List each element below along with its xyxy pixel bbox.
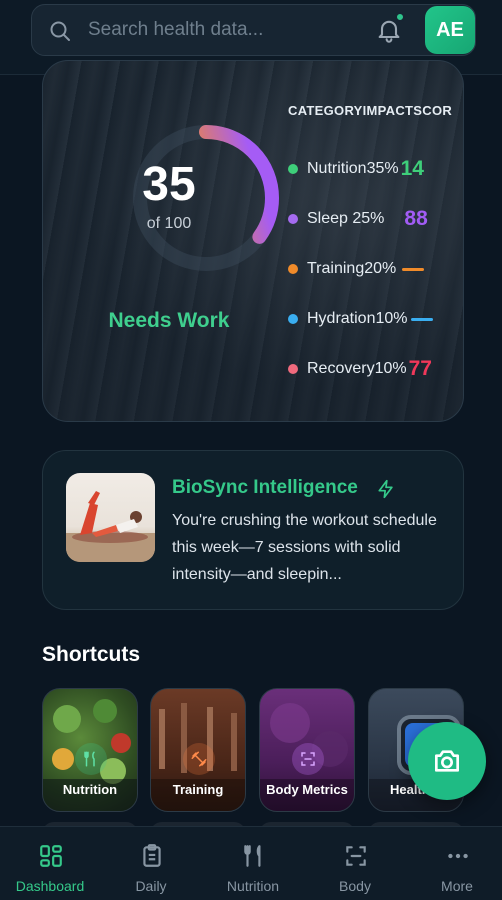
category-impact: 10%: [375, 310, 408, 327]
category-dot: [288, 364, 298, 374]
nav-item-nutrition[interactable]: Nutrition: [203, 827, 303, 900]
category-name: Hydration: [307, 310, 376, 327]
avatar[interactable]: AE: [425, 6, 475, 54]
category-score: 77: [408, 357, 432, 380]
category-impact: 35%: [366, 160, 399, 177]
shortcut-body-metrics[interactable]: Body Metrics: [259, 688, 355, 812]
shortcut-label: Body Metrics: [266, 782, 348, 797]
category-row-training[interactable]: Training 20%: [288, 256, 425, 282]
category-row-sleep[interactable]: Sleep 25% 88: [288, 206, 428, 232]
nav-label: Daily: [135, 878, 167, 894]
utensils-icon: [244, 845, 261, 867]
category-dot: [288, 214, 298, 224]
insight-title: BioSync Intelligence: [172, 477, 358, 498]
category-name: Training: [307, 260, 365, 277]
dashboard-icon: [40, 845, 62, 867]
camera-button[interactable]: [408, 722, 486, 800]
shortcut-nutrition[interactable]: Nutrition: [42, 688, 138, 812]
category-score-dash: [402, 267, 425, 271]
scan-icon: [292, 743, 324, 775]
category-table-header: CATEGORY IMPACT SCOR: [288, 103, 452, 118]
bottom-nav: Dashboard Daily Nutrition Body More: [0, 826, 502, 900]
category-name: Recovery: [307, 360, 375, 377]
header-impact: IMPACT: [362, 103, 414, 118]
category-score: 14: [400, 157, 424, 180]
workout-photo: [66, 473, 155, 562]
shortcut-label: Nutrition: [62, 782, 118, 797]
search-input[interactable]: [88, 5, 328, 55]
search-icon: [50, 21, 70, 41]
category-dot: [288, 164, 298, 174]
nav-label: Nutrition: [226, 878, 280, 894]
shortcuts-title: Shortcuts: [42, 643, 141, 666]
category-row-nutrition[interactable]: Nutrition 35% 14: [288, 156, 424, 182]
health-score-card: 35 of 100 Needs Work CATEGORY IMPACT SCO…: [42, 60, 464, 422]
nav-item-body[interactable]: Body: [305, 827, 405, 900]
category-row-hydration[interactable]: Hydration 10%: [288, 306, 433, 332]
utensils-icon: [75, 743, 107, 775]
shortcut-training[interactable]: Training: [150, 688, 246, 812]
category-row-recovery[interactable]: Recovery 10% 77: [288, 356, 432, 382]
header-score: SCOR: [413, 103, 453, 118]
nav-item-daily[interactable]: Daily: [101, 827, 201, 900]
category-impact: 10%: [374, 360, 407, 377]
dumbbell-icon: [183, 743, 215, 775]
category-impact: 25%: [352, 210, 385, 227]
header-category: CATEGORY: [288, 103, 363, 118]
nav-label: Dashboard: [15, 878, 85, 894]
score-max-label: of 100: [146, 215, 192, 232]
score-value: 35: [142, 158, 196, 211]
clipboard-icon: [143, 844, 161, 867]
search-bar[interactable]: [31, 4, 476, 56]
category-name: Nutrition: [307, 160, 367, 177]
category-dot: [288, 314, 298, 324]
nav-item-dashboard[interactable]: Dashboard: [0, 827, 100, 900]
nav-label: More: [441, 878, 473, 894]
category-impact: 20%: [364, 260, 397, 277]
notification-badge: [395, 12, 405, 22]
shortcut-label: Training: [172, 782, 224, 797]
scan-icon: [346, 846, 366, 866]
nav-label: Body: [339, 878, 371, 894]
nav-item-more[interactable]: More: [407, 827, 502, 900]
more-icon: [448, 853, 468, 859]
biosync-insight-card[interactable]: BioSync Intelligence You're crushing the…: [42, 450, 464, 610]
camera-icon: [435, 750, 459, 772]
category-dot: [288, 264, 298, 274]
insight-text: You're crushing the workout schedule thi…: [172, 512, 437, 583]
category-name: Sleep: [307, 210, 348, 227]
category-score-dash: [410, 317, 433, 321]
category-score: 88: [404, 207, 428, 230]
score-status: Needs Work: [108, 309, 230, 332]
lightning-icon: [378, 479, 393, 499]
